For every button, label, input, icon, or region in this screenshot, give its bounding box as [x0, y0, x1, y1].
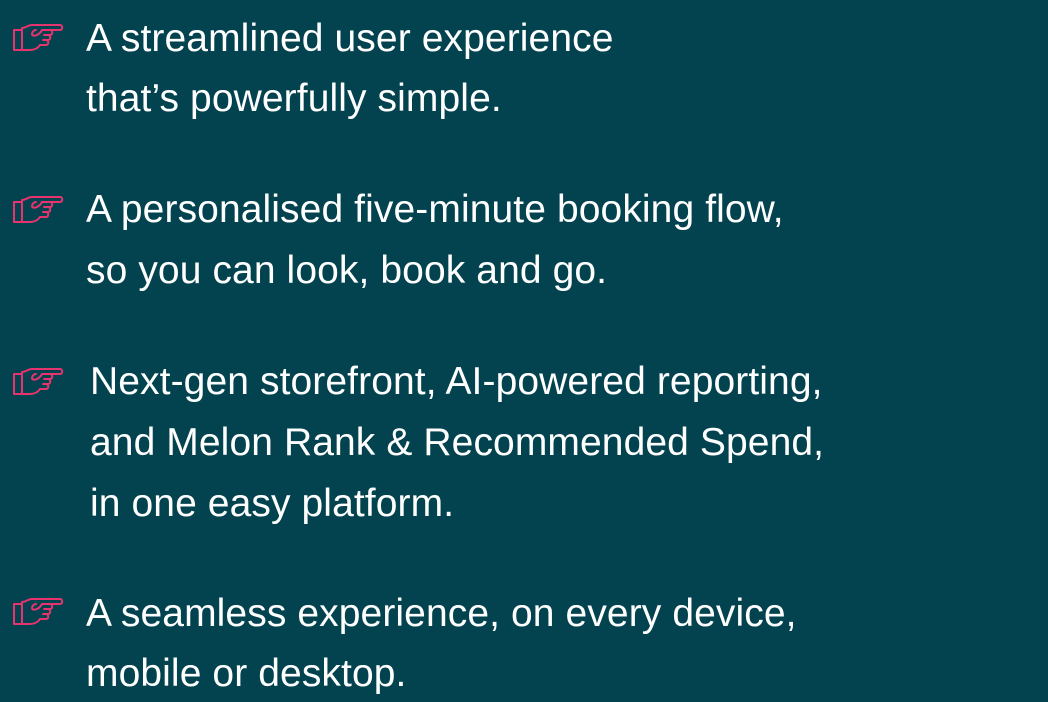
pointing-hand-icon: [10, 592, 68, 628]
feature-text-line: that’s powerfully simple.: [86, 77, 502, 120]
feature-text-line: mobile or desktop.: [86, 652, 407, 695]
feature-text-line: Next-gen storefront, AI-powered reportin…: [90, 360, 823, 403]
pointing-hand-icon: [10, 190, 68, 226]
feature-text-line: A seamless experience, on every device,: [86, 592, 797, 635]
feature-list: A streamlined user experience that’s pow…: [0, 0, 1048, 702]
feature-text-line: in one easy platform.: [90, 482, 455, 525]
pointing-hand-icon: [10, 18, 68, 54]
feature-text-line: and Melon Rank & Recommended Spend,: [90, 421, 825, 464]
feature-text-line: so you can look, book and go.: [86, 249, 608, 292]
pointing-hand-icon: [10, 362, 68, 398]
feature-text-line: A personalised five-minute booking flow,: [86, 188, 784, 231]
feature-text-line: A streamlined user experience: [86, 17, 614, 60]
